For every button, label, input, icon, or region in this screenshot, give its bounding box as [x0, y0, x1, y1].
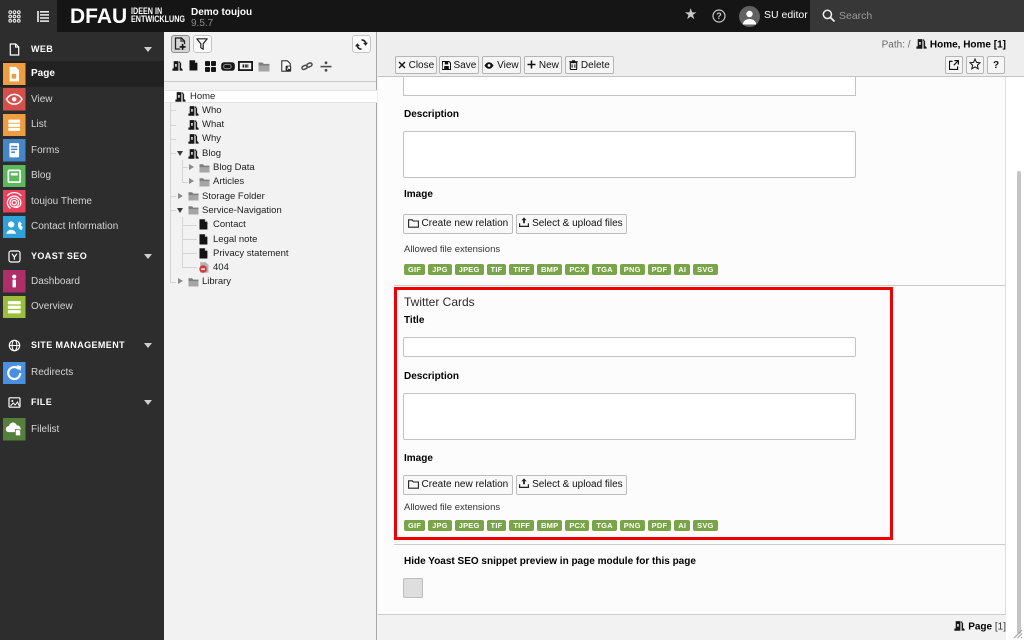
svg-text:?: ?	[716, 11, 722, 21]
